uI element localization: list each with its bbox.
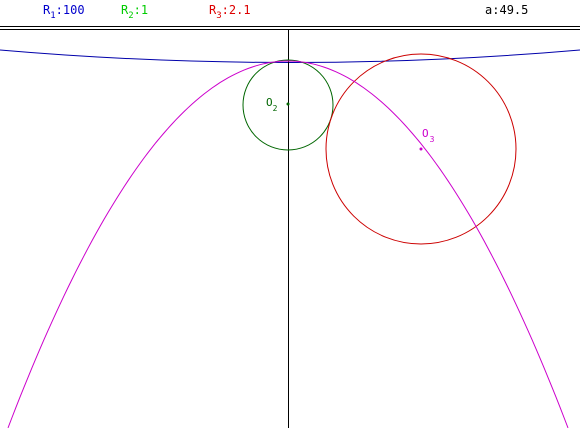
o2-letter: O	[266, 96, 273, 109]
o2-subscript: 2	[273, 104, 278, 113]
o3-point[interactable]	[419, 147, 423, 151]
o3-subscript: 3	[430, 135, 435, 144]
geometry-drawing[interactable]: O2 O3	[0, 0, 580, 428]
geometry-canvas[interactable]: R1:100 R2:1 R3:2.1 a:49.5 O2 O3	[0, 0, 580, 428]
o2-point[interactable]	[286, 102, 290, 106]
o3-letter: O	[422, 127, 429, 140]
o3-label: O3	[422, 127, 435, 144]
o2-label: O2	[266, 96, 278, 113]
